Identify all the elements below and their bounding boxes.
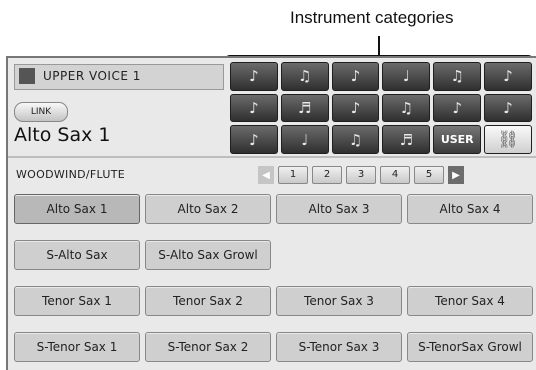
next-page-arrow-icon[interactable]: ▶ <box>448 166 464 184</box>
voice-button[interactable]: S-Tenor Sax 2 <box>145 332 271 362</box>
display-header: UPPER VOICE 1 LINK Alto Sax 1 ♪ ♫ ♪ ♩ ♫ ♪ ♪ ♬ ♪ ♫… <box>8 58 536 156</box>
chorus-icon[interactable]: ♪ <box>484 62 532 91</box>
page-3-button[interactable]: 3 <box>346 166 376 184</box>
link-button[interactable]: LINK <box>14 102 68 122</box>
voice-button[interactable]: S-TenorSax Growl <box>407 332 533 362</box>
mallet-icon[interactable]: ♫ <box>433 62 482 91</box>
amplifier-icon[interactable]: ♪ <box>484 93 532 123</box>
user-button[interactable]: USER <box>433 125 482 154</box>
world-icon[interactable]: ♪ <box>230 125 278 154</box>
voice-button[interactable]: Alto Sax 2 <box>145 194 271 224</box>
strings-icon[interactable]: ♫ <box>280 62 329 91</box>
harp-icon[interactable]: ♫ <box>382 93 431 123</box>
brass-icon[interactable]: ♪ <box>331 62 380 91</box>
page-1-button[interactable]: 1 <box>278 166 308 184</box>
organ-icon[interactable]: ♪ <box>331 93 380 123</box>
divider <box>8 156 536 158</box>
previous-page-arrow-icon[interactable]: ◀ <box>258 166 274 184</box>
page-selector: ◀ 1 2 3 4 5 ▶ <box>258 164 464 186</box>
guitar-icon[interactable]: ♪ <box>230 93 278 123</box>
bass-icon[interactable]: ♩ <box>280 125 329 154</box>
voice-display-screen: UPPER VOICE 1 LINK Alto Sax 1 ♪ ♫ ♪ ♩ ♫ ♪ ♪ ♬ ♪ ♫… <box>6 56 536 370</box>
voice-button[interactable]: Alto Sax 4 <box>407 194 533 224</box>
voice-button[interactable]: Tenor Sax 3 <box>276 286 402 316</box>
link-icon[interactable]: ⛓ <box>484 125 532 154</box>
voice-button[interactable]: Tenor Sax 2 <box>145 286 271 316</box>
page-5-button[interactable]: 5 <box>414 166 444 184</box>
page-2-button[interactable]: 2 <box>312 166 342 184</box>
voice-list: Alto Sax 1 Alto Sax 2 Alto Sax 3 Alto Sax 4… <box>14 194 534 366</box>
voice-button[interactable]: S-Tenor Sax 1 <box>14 332 140 362</box>
synth-keyboard-icon[interactable]: ♬ <box>280 93 329 123</box>
part-color-swatch <box>19 68 35 84</box>
piano-icon[interactable]: ♪ <box>230 62 278 91</box>
annotation-label: Instrument categories <box>290 8 454 27</box>
voice-button[interactable]: S-Alto Sax <box>14 240 140 270</box>
voice-button[interactable]: S-Alto Sax Growl <box>145 240 271 270</box>
voice-button[interactable]: Tenor Sax 4 <box>407 286 533 316</box>
category-name: WOODWIND/FLUTE <box>16 168 126 181</box>
woodwind-icon[interactable]: ♩ <box>382 62 431 91</box>
rhythm-keyboard-icon[interactable]: ♬ <box>382 125 431 154</box>
percussion-icon[interactable]: ♫ <box>331 125 380 154</box>
voice-button[interactable]: Alto Sax 1 <box>14 194 140 224</box>
part-label: UPPER VOICE 1 <box>43 69 141 83</box>
voice-button[interactable]: Alto Sax 3 <box>276 194 402 224</box>
current-voice-name: Alto Sax 1 <box>14 124 111 146</box>
voice-button[interactable]: S-Tenor Sax 3 <box>276 332 402 362</box>
voice-button[interactable]: Tenor Sax 1 <box>14 286 140 316</box>
part-selector[interactable]: UPPER VOICE 1 <box>14 64 224 90</box>
sound-effect-icon[interactable]: ♪ <box>433 93 482 123</box>
instrument-category-grid: ♪ ♫ ♪ ♩ ♫ ♪ ♪ ♬ ♪ ♫ ♪ ♪ ♪ ♩ ♫ ♬ USER ⛓ <box>230 62 532 154</box>
annotation-leader-line <box>378 36 380 56</box>
page-4-button[interactable]: 4 <box>380 166 410 184</box>
